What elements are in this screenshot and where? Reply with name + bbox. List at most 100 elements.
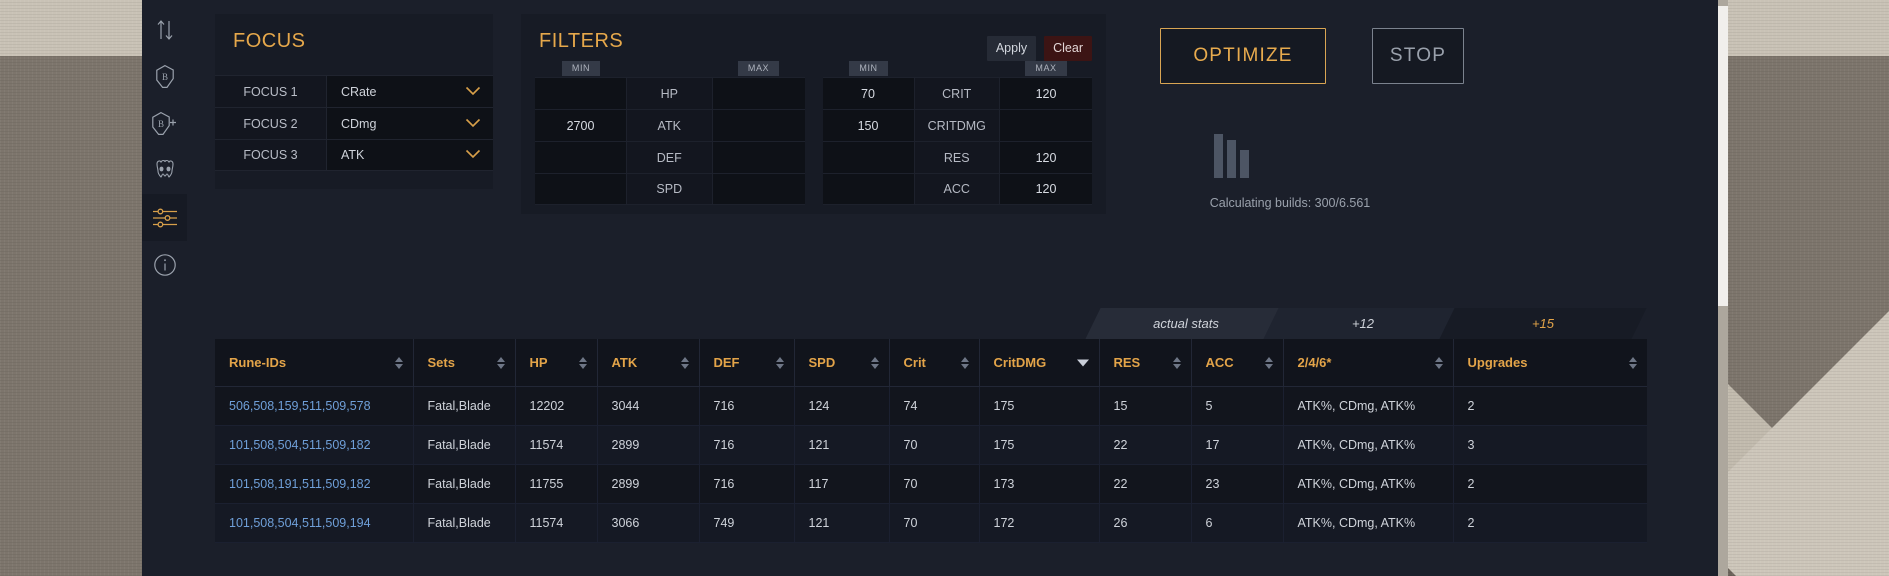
- cell-upgrades: 3: [1453, 426, 1647, 465]
- cell-set-effects: ATK%, CDmg, ATK%: [1283, 426, 1453, 465]
- column-label: Crit: [904, 355, 926, 370]
- cell-res: 26: [1099, 504, 1191, 543]
- sort-indicator[interactable]: [1173, 357, 1181, 369]
- critdmg-max-input[interactable]: [1000, 110, 1092, 141]
- cell-rune-ids[interactable]: 506,508,159,511,509,578: [215, 387, 413, 426]
- tab-plus-12-label: +12: [1352, 316, 1374, 331]
- column-header-sets[interactable]: Sets: [413, 339, 515, 387]
- rune-ids-link[interactable]: 506,508,159,511,509,578: [229, 399, 371, 413]
- crit-min-input[interactable]: 70: [823, 78, 915, 109]
- sort-indicator[interactable]: [579, 357, 587, 369]
- hp-max-input[interactable]: [713, 78, 805, 109]
- sidebar-item-sort[interactable]: [142, 6, 187, 53]
- sort-indicator[interactable]: [1435, 357, 1443, 369]
- tab-plus-15[interactable]: +15: [1447, 308, 1639, 339]
- res-min-input[interactable]: [823, 142, 915, 173]
- column-label: DEF: [714, 355, 740, 370]
- sidebar-item-info[interactable]: [142, 241, 187, 288]
- cell-spd: 121: [794, 504, 889, 543]
- column-header-def[interactable]: DEF: [699, 339, 794, 387]
- crit-max-input[interactable]: 120: [1000, 78, 1092, 109]
- sidebar-item-add-rune[interactable]: B: [142, 100, 187, 147]
- cell-upgrades: 2: [1453, 504, 1647, 543]
- column-label: RES: [1114, 355, 1141, 370]
- focus-1-select[interactable]: CRate: [327, 76, 493, 107]
- acc-max-input[interactable]: 120: [1000, 174, 1092, 204]
- sort-indicator[interactable]: [395, 357, 403, 369]
- tab-actual-stats-label: actual stats: [1153, 316, 1219, 331]
- rune-b-plus-icon: B: [150, 111, 180, 137]
- sort-indicator[interactable]: [961, 357, 969, 369]
- acc-min-input[interactable]: [823, 174, 915, 204]
- focus-2-select[interactable]: CDmg: [327, 108, 493, 139]
- spd-max-input[interactable]: [713, 174, 805, 204]
- sort-indicator[interactable]: [776, 357, 784, 369]
- cell-set-effects: ATK%, CDmg, ATK%: [1283, 504, 1453, 543]
- column-header-atk[interactable]: ATK: [597, 339, 699, 387]
- table-header-row: Rune-IDs Sets HP ATK: [215, 339, 1647, 387]
- sidebar-item-runes[interactable]: B: [142, 53, 187, 100]
- cell-atk: 3066: [597, 504, 699, 543]
- table-row[interactable]: 101,508,504,511,509,182 Fatal,Blade 1157…: [215, 426, 1647, 465]
- column-header-critdmg[interactable]: CritDMG: [979, 339, 1099, 387]
- atk-min-input[interactable]: 2700: [535, 110, 627, 141]
- column-header-spd[interactable]: SPD: [794, 339, 889, 387]
- rune-ids-link[interactable]: 101,508,191,511,509,182: [229, 477, 371, 491]
- column-header-upgrades[interactable]: Upgrades: [1453, 339, 1647, 387]
- sidebar-item-optimizer[interactable]: [142, 194, 187, 241]
- critdmg-min-input[interactable]: 150: [823, 110, 915, 141]
- cell-upgrades: 2: [1453, 387, 1647, 426]
- cell-rune-ids[interactable]: 101,508,504,511,509,194: [215, 504, 413, 543]
- tab-plus-15-label: +15: [1532, 316, 1554, 331]
- cell-sets: Fatal,Blade: [413, 387, 515, 426]
- sort-indicator-active[interactable]: [1077, 359, 1089, 366]
- focus-3-select[interactable]: ATK: [327, 140, 493, 170]
- cell-def: 749: [699, 504, 794, 543]
- sidebar-item-monsters[interactable]: [142, 147, 187, 194]
- filter-row-spd: SPD: [535, 173, 805, 205]
- table-row[interactable]: 506,508,159,511,509,578 Fatal,Blade 1220…: [215, 387, 1647, 426]
- focus-rows: FOCUS 1 CRate FOCUS 2: [215, 75, 493, 171]
- sort-indicator[interactable]: [681, 357, 689, 369]
- focus-3-label: FOCUS 3: [215, 140, 327, 170]
- sort-indicator[interactable]: [1265, 357, 1273, 369]
- cell-def: 716: [699, 465, 794, 504]
- stop-button[interactable]: STOP: [1372, 28, 1464, 84]
- tab-actual-stats[interactable]: actual stats: [1093, 308, 1279, 339]
- optimize-button[interactable]: OPTIMIZE: [1160, 28, 1326, 84]
- apply-filters-button[interactable]: Apply: [987, 36, 1036, 61]
- svg-text:B: B: [157, 119, 163, 129]
- def-min-input[interactable]: [535, 142, 627, 173]
- spd-min-input[interactable]: [535, 174, 627, 204]
- cell-rune-ids[interactable]: 101,508,504,511,509,182: [215, 426, 413, 465]
- column-header-hp[interactable]: HP: [515, 339, 597, 387]
- table-row[interactable]: 101,508,191,511,509,182 Fatal,Blade 1175…: [215, 465, 1647, 504]
- cell-crit: 70: [889, 504, 979, 543]
- clear-filters-button[interactable]: Clear: [1044, 36, 1092, 61]
- sort-indicator[interactable]: [497, 357, 505, 369]
- def-stat-label: DEF: [627, 142, 713, 173]
- atk-max-input[interactable]: [713, 110, 805, 141]
- table-row[interactable]: 101,508,504,511,509,194 Fatal,Blade 1157…: [215, 504, 1647, 543]
- sort-indicator[interactable]: [871, 357, 879, 369]
- focus-row: FOCUS 2 CDmg: [215, 107, 493, 139]
- stat-mode-tabs: actual stats +12 +15: [1093, 308, 1647, 339]
- def-max-input[interactable]: [713, 142, 805, 173]
- hp-min-input[interactable]: [535, 78, 627, 109]
- res-max-input[interactable]: 120: [1000, 142, 1092, 173]
- sort-indicator[interactable]: [1629, 357, 1637, 369]
- cell-rune-ids[interactable]: 101,508,191,511,509,182: [215, 465, 413, 504]
- cell-spd: 117: [794, 465, 889, 504]
- column-header-res[interactable]: RES: [1099, 339, 1191, 387]
- filter-row-res: RES 120: [823, 141, 1093, 173]
- rune-ids-link[interactable]: 101,508,504,511,509,182: [229, 438, 371, 452]
- column-header-rune-ids[interactable]: Rune-IDs: [215, 339, 413, 387]
- column-header-set-effects[interactable]: 2/4/6*: [1283, 339, 1453, 387]
- column-label: Rune-IDs: [229, 355, 286, 370]
- cell-sets: Fatal,Blade: [413, 426, 515, 465]
- tab-plus-12[interactable]: +12: [1271, 308, 1455, 339]
- rune-ids-link[interactable]: 101,508,504,511,509,194: [229, 516, 371, 530]
- cell-res: 22: [1099, 465, 1191, 504]
- column-header-acc[interactable]: ACC: [1191, 339, 1283, 387]
- column-header-crit[interactable]: Crit: [889, 339, 979, 387]
